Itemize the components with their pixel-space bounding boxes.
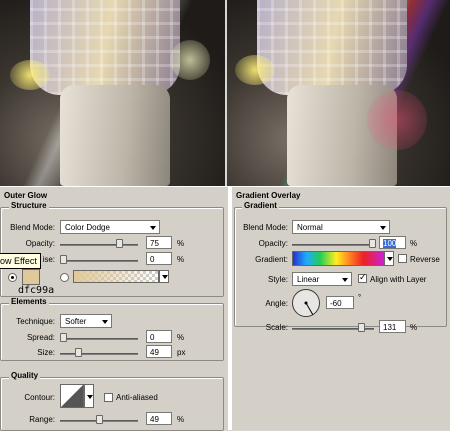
go-opacity-input[interactable]: 100 xyxy=(379,236,406,249)
spread-input[interactable]: 0 xyxy=(146,330,172,343)
noise-unit: % xyxy=(177,255,185,264)
photo-before xyxy=(0,0,225,186)
contour-label: Contour: xyxy=(24,393,55,402)
size-label: Size: xyxy=(37,348,55,357)
go-opacity-value: 100 xyxy=(383,239,397,248)
opacity-label: Opacity: xyxy=(25,239,55,248)
spread-label: Spread: xyxy=(26,333,55,342)
glow-color-swatch[interactable] xyxy=(22,269,40,285)
glow-spot xyxy=(235,55,275,85)
style-value: Linear xyxy=(297,275,320,284)
angle-unit: ° xyxy=(358,293,362,302)
go-blend-mode-value: Normal xyxy=(297,223,323,232)
style-select[interactable]: Linear xyxy=(292,272,352,286)
range-input[interactable]: 49 xyxy=(146,412,172,425)
gradient-radio[interactable] xyxy=(60,273,69,282)
chevron-down-icon xyxy=(150,226,156,230)
gradient-overlay-title: Gradient Overlay xyxy=(236,191,301,200)
range-label: Range: xyxy=(29,415,55,424)
glow-gradient-picker[interactable] xyxy=(73,270,159,283)
scale-slider[interactable] xyxy=(292,323,374,332)
spread-slider[interactable] xyxy=(60,333,138,342)
gradient-group-title: Gradient xyxy=(242,201,279,210)
go-opacity-unit: % xyxy=(410,239,418,248)
spread-slider-thumb[interactable] xyxy=(60,333,67,342)
chevron-down-icon xyxy=(342,278,348,282)
outer-glow-title: Outer Glow xyxy=(4,191,48,200)
glow-spot xyxy=(170,40,210,80)
opacity-input[interactable]: 75 xyxy=(146,236,172,249)
noise-slider-thumb[interactable] xyxy=(60,255,67,264)
contour-preview[interactable] xyxy=(60,384,84,408)
anti-aliased-checkbox[interactable] xyxy=(104,393,113,402)
chevron-down-icon xyxy=(102,320,108,324)
chevron-down-icon xyxy=(87,395,93,399)
opacity-slider-thumb[interactable] xyxy=(116,239,123,248)
angle-dial[interactable] xyxy=(292,289,320,317)
align-with-layer-label: Align with Layer xyxy=(370,275,427,284)
opacity-unit: % xyxy=(177,239,185,248)
contour-dropdown[interactable] xyxy=(84,384,94,408)
scale-label: Scale: xyxy=(265,323,288,332)
go-blend-mode-label: Blend Mode: xyxy=(243,223,288,232)
size-input[interactable]: 49 xyxy=(146,345,172,358)
go-opacity-slider[interactable] xyxy=(292,239,376,248)
size-unit: px xyxy=(177,348,186,357)
scale-slider-thumb[interactable] xyxy=(358,323,365,332)
technique-value: Softer xyxy=(65,317,87,326)
go-opacity-label: Opacity: xyxy=(258,239,288,248)
contour-curve-icon xyxy=(61,385,83,407)
range-slider-thumb[interactable] xyxy=(96,415,103,424)
range-unit: % xyxy=(177,415,185,424)
structure-title: Structure xyxy=(9,201,49,210)
photo-after xyxy=(227,0,450,186)
shirt-graphic xyxy=(257,0,407,95)
go-opacity-slider-thumb[interactable] xyxy=(369,239,376,248)
opacity-slider[interactable] xyxy=(60,239,138,248)
technique-select[interactable]: Softer xyxy=(60,314,112,328)
chevron-down-icon xyxy=(387,257,393,261)
chevron-down-icon xyxy=(380,226,386,230)
elements-title: Elements xyxy=(9,297,49,306)
chevron-down-icon xyxy=(162,275,168,279)
size-slider-thumb[interactable] xyxy=(75,348,82,357)
technique-label: Technique: xyxy=(16,317,55,326)
go-blend-mode-select[interactable]: Normal xyxy=(292,220,390,234)
blend-mode-select[interactable]: Color Dodge xyxy=(60,220,160,234)
gradient-dropdown[interactable] xyxy=(384,251,394,266)
blend-mode-value: Color Dodge xyxy=(65,223,110,232)
anti-aliased-label: Anti-aliased xyxy=(116,393,158,402)
solid-color-radio[interactable] xyxy=(8,273,17,282)
outer-glow-panel: Outer Glow Structure Blend Mode: Color D… xyxy=(0,186,228,431)
color-hex-annotation: dfc99a xyxy=(18,285,55,296)
spread-unit: % xyxy=(177,333,185,342)
scale-unit: % xyxy=(410,323,418,332)
tooltip: ow Effect xyxy=(0,253,41,269)
gradient-overlay-panel: Gradient Overlay Gradient Blend Mode: No… xyxy=(232,186,450,430)
angle-input[interactable]: -60 xyxy=(326,296,354,309)
blend-mode-label: Blend Mode: xyxy=(10,223,55,232)
quality-title: Quality xyxy=(9,371,41,380)
angle-needle-icon xyxy=(304,301,314,316)
gradient-picker[interactable] xyxy=(292,251,384,266)
shirt-graphic xyxy=(30,0,180,95)
size-slider[interactable] xyxy=(60,348,138,357)
scale-input[interactable]: 131 xyxy=(379,320,406,333)
gradient-picker-dropdown[interactable] xyxy=(159,270,169,283)
style-label: Style: xyxy=(267,275,288,284)
glow-spot xyxy=(10,60,50,90)
glow-spot xyxy=(367,90,427,150)
align-with-layer-checkbox[interactable] xyxy=(358,272,367,283)
noise-slider[interactable] xyxy=(60,255,138,264)
reverse-label: Reverse xyxy=(410,255,440,264)
reverse-checkbox[interactable] xyxy=(398,254,407,263)
angle-label: Angle: xyxy=(265,299,288,308)
pants-graphic xyxy=(60,85,170,186)
noise-input[interactable]: 0 xyxy=(146,252,172,265)
range-slider[interactable] xyxy=(60,415,138,424)
go-gradient-label: Gradient: xyxy=(255,255,288,264)
